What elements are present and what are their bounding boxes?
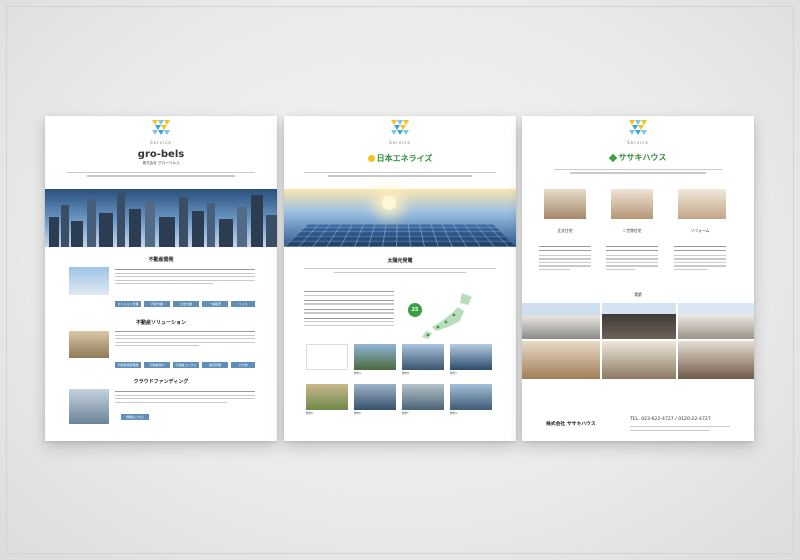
house-photo-3 [678, 303, 754, 339]
grobels-logo-text: gro-bels [137, 149, 185, 160]
button-renovation[interactable]: リノベ [231, 301, 255, 307]
column-title-custom-home: 注文住宅 [557, 228, 573, 233]
sasaki-company-name: 株式会社 ササキハウス [546, 422, 596, 427]
button-detached-house[interactable]: 戸建分譲 [144, 301, 170, 307]
grobels-company-name: 株式会社 グローベルス [142, 161, 180, 165]
section-title-solar-power: 太陽光発電 [387, 258, 413, 264]
button-brokerage[interactable]: 不動産仲介 [144, 362, 170, 368]
intro-text [59, 170, 263, 179]
gallery-title-works: 実績 [634, 292, 642, 297]
city-skyline-photo [45, 189, 277, 247]
solar-intro-text [304, 266, 496, 275]
button-resale[interactable]: 不動産買取再販 [115, 362, 141, 368]
crane-photo [69, 267, 109, 295]
interior-photo-1 [522, 341, 600, 379]
section-title-real-estate-development: 不動産開発 [148, 257, 174, 263]
service-label: Service [150, 140, 172, 145]
interior-photo [69, 331, 109, 358]
brochure-sheet-grobels[interactable]: Service gro-bels 株式会社 グローベルス 不動産開発 マンション… [45, 116, 277, 441]
map-badge: 25 [408, 303, 422, 317]
intro-text [298, 170, 502, 179]
button-crowdfunding-details[interactable]: 詳細はこちら [121, 414, 149, 420]
gallery-caption: 物件A [354, 372, 361, 375]
gallery-tile-6 [402, 384, 444, 410]
gallery-caption: 物件B [402, 372, 409, 375]
gallery-tile-4 [306, 384, 348, 410]
service-logo-mark-icon [629, 120, 647, 138]
button-rental-management[interactable]: 賃貸管理 [202, 362, 228, 368]
gallery-tile-2 [402, 344, 444, 370]
house-photo-2 [602, 303, 676, 339]
gallery-caption: 物件G [450, 412, 458, 415]
real-estate-development-text [115, 267, 255, 287]
intro-text [536, 167, 740, 176]
gallery-caption: 物件F [402, 412, 409, 415]
service-logo-mark-icon [152, 120, 170, 138]
column-title-reform: リフォーム [690, 228, 710, 233]
brochure-sheet-nihon-enerise[interactable]: Service 日本エネライズ 太陽光発電 25 物件A 物件B 物件C 物件D… [284, 116, 516, 441]
gallery-tile-3 [450, 344, 492, 370]
gallery-tile-5 [354, 384, 396, 410]
gallery-caption: 物件D [306, 412, 314, 415]
sasaki-house-logo: ササキハウス [522, 152, 754, 163]
solar-details-list [304, 289, 394, 328]
sasaki-house-logo-text: ササキハウス [618, 153, 667, 162]
sun-glare [382, 196, 396, 210]
section-title-crowdfunding: クラウドファンディング [133, 379, 189, 385]
solar-panel-photo [284, 189, 516, 247]
service-logo-mark-icon [391, 120, 409, 138]
gallery-caption: 物件C [450, 372, 457, 375]
service-label: Service [627, 140, 649, 145]
button-consulting[interactable]: 不動産コンサル [173, 362, 199, 368]
service-label: Service [389, 140, 411, 145]
room-photo-3 [678, 189, 726, 219]
nihon-enerise-logo: 日本エネライズ [284, 153, 516, 164]
house-photo-1 [522, 303, 600, 339]
gallery-caption: 物件E [354, 412, 361, 415]
crowdfunding-text [115, 389, 255, 405]
button-condominium[interactable]: マンション分譲 [115, 301, 141, 307]
interior-photo-2 [602, 341, 676, 379]
leaf-logo-icon [608, 153, 617, 162]
button-bulk-sale[interactable]: 一棟販売 [202, 301, 228, 307]
gallery-tile-7 [450, 384, 492, 410]
contact-address [630, 424, 730, 433]
reform-text [674, 244, 726, 272]
nihon-enerise-logo-text: 日本エネライズ [376, 154, 433, 163]
glass-building-photo [69, 389, 109, 424]
sun-logo-icon [367, 155, 375, 162]
room-photo-1 [544, 189, 586, 219]
room-photo-2 [611, 189, 653, 219]
section-title-real-estate-solution: 不動産ソリューション [136, 320, 186, 326]
button-land[interactable]: 土地分譲 [173, 301, 199, 307]
brochure-sheet-sasaki-house[interactable]: Service ササキハウス 注文住宅 二世帯住宅 リフォーム 実績 株式会社 … [522, 116, 754, 441]
real-estate-solution-text [115, 329, 255, 349]
contact-phone: TEL. 023-622-4727 / 0120-22-4727 [630, 417, 711, 422]
column-title-two-family-home: 二世帯住宅 [622, 228, 642, 233]
custom-home-text [539, 244, 591, 272]
two-family-home-text [606, 244, 658, 272]
solar-site-gallery: 物件A 物件B 物件C 物件D 物件E 物件F 物件G [306, 344, 496, 426]
gallery-tile-1 [354, 344, 396, 370]
interior-photo-3 [678, 341, 754, 379]
button-other[interactable]: その他 [231, 362, 255, 368]
gallery-tile-text [306, 344, 348, 370]
